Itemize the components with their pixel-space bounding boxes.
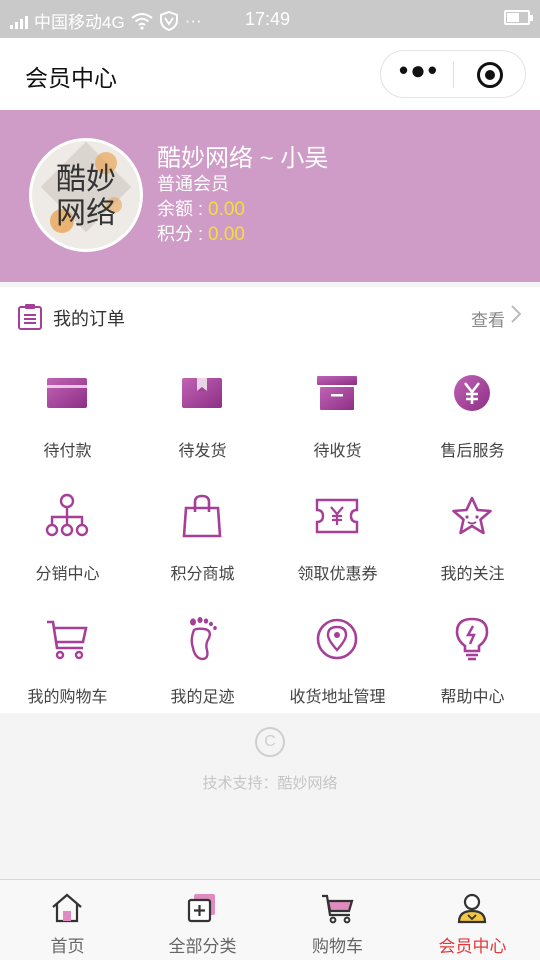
carrier-label: 中国移动4G [34, 13, 125, 32]
page-title: 会员中心 [25, 65, 117, 91]
grid-item-my-follows[interactable]: 我的关注 [405, 490, 540, 610]
grid-item-address-management[interactable]: 收货地址管理 [270, 613, 405, 733]
tab-label: 购物车 [312, 937, 363, 956]
grid-item-my-footprints[interactable]: 我的足迹 [135, 613, 270, 733]
tab-cart[interactable]: 购物车 [270, 880, 405, 960]
points-label: 积分 : [157, 224, 209, 244]
balance-label: 余额 : [157, 199, 209, 219]
chevron-right-icon [511, 305, 521, 323]
close-miniapp-icon[interactable] [477, 62, 503, 88]
order-list-icon [18, 304, 42, 330]
category-icon [187, 894, 215, 923]
miniapp-capsule: •●• [380, 50, 526, 98]
status-bar: 中国移动4G ··· 17:49 [0, 0, 540, 38]
member-level: 普通会员 [157, 174, 229, 194]
grid-item-pending-shipment[interactable]: 待发货 [135, 367, 270, 487]
grid-item-pending-payment[interactable]: 待付款 [0, 367, 135, 487]
copyright-icon: C [255, 727, 285, 757]
grid-item-pending-receipt[interactable]: 待收货 [270, 367, 405, 487]
capsule-divider [453, 62, 454, 88]
orders-card: 我的订单 查看 待付款 待发货 待收货 售后服务 分销中心 积分商城 领取优惠券… [0, 287, 540, 713]
profile-header: 酷妙 网络 酷妙网络 ~ 小吴 普通会员 余额 : 0.00 积分 : 0.00 [0, 110, 540, 282]
footprint-icon [176, 613, 228, 665]
grid-item-my-cart[interactable]: 我的购物车 [0, 613, 135, 733]
orders-header[interactable]: 我的订单 查看 [0, 287, 540, 345]
archive-icon [311, 367, 363, 419]
tab-label: 会员中心 [438, 937, 507, 956]
cart-icon [41, 613, 93, 665]
yen-circle-icon [446, 367, 498, 419]
star-icon [446, 490, 498, 542]
points-line: 积分 : 0.00 [157, 220, 245, 246]
grid-item-label: 我的关注 [440, 566, 505, 583]
tech-support-credit: 技术支持：酷妙网络 [202, 775, 338, 792]
status-left: 中国移动4G ··· [10, 8, 202, 33]
grid-item-label: 我的足迹 [170, 689, 235, 706]
member-icon [457, 893, 487, 924]
tab-label: 全部分类 [168, 937, 237, 956]
orders-title: 我的订单 [53, 309, 125, 329]
shopping-bag-icon [176, 490, 228, 542]
grid-item-label: 积分商城 [170, 566, 235, 583]
grid-item-label: 待发货 [178, 443, 227, 460]
hierarchy-icon [41, 490, 93, 542]
signal-icon [10, 13, 28, 29]
avatar-text-line2: 网络 [56, 196, 116, 231]
grid-item-distribution-center[interactable]: 分销中心 [0, 490, 135, 610]
grid-item-label: 领取优惠券 [297, 566, 378, 583]
balance-value: 0.00 [208, 199, 245, 220]
grid-item-label: 售后服务 [440, 443, 505, 460]
wifi-icon [131, 12, 153, 30]
grid-item-points-mall[interactable]: 积分商城 [135, 490, 270, 610]
nav-bar: 会员中心 •●• [0, 38, 540, 110]
location-pin-icon [311, 613, 363, 665]
grid-item-after-sales[interactable]: 售后服务 [405, 367, 540, 487]
points-value: 0.00 [208, 224, 245, 245]
grid-item-label: 待收货 [313, 443, 362, 460]
home-icon [52, 893, 82, 923]
cart-icon [322, 894, 354, 924]
tab-home[interactable]: 首页 [0, 880, 135, 960]
lightbulb-icon [446, 613, 498, 665]
tab-all-categories[interactable]: 全部分类 [135, 880, 270, 960]
box-icon [176, 367, 228, 419]
grid-item-label: 收货地址管理 [289, 689, 386, 706]
vpn-shield-icon [159, 10, 178, 31]
more-menu-icon[interactable]: •●• [399, 57, 437, 83]
avatar-logo: 酷妙 网络 [32, 141, 140, 249]
grid-item-label: 分销中心 [35, 566, 100, 583]
battery-icon [504, 10, 533, 25]
status-dots: ··· [184, 10, 202, 30]
status-time: 17:49 [245, 9, 291, 29]
grid-item-label: 我的购物车 [27, 689, 108, 706]
tab-member-center[interactable]: 会员中心 [405, 880, 540, 960]
card-icon [41, 367, 93, 419]
view-all-orders-link[interactable]: 查看 [471, 306, 505, 331]
tab-bar: 首页 全部分类 购物车 会员中心 [0, 879, 540, 960]
tab-label: 首页 [50, 937, 85, 956]
coupon-icon [311, 490, 363, 542]
grid-item-get-coupons[interactable]: 领取优惠券 [270, 490, 405, 610]
grid-item-help-center[interactable]: 帮助中心 [405, 613, 540, 733]
grid-item-label: 待付款 [43, 443, 92, 460]
avatar[interactable]: 酷妙 网络 [29, 138, 143, 252]
grid-item-label: 帮助中心 [440, 689, 505, 706]
balance-line: 余额 : 0.00 [157, 195, 245, 221]
user-name: 酷妙网络 ~ 小吴 [157, 145, 329, 172]
avatar-text-line1: 酷妙 [56, 162, 116, 197]
